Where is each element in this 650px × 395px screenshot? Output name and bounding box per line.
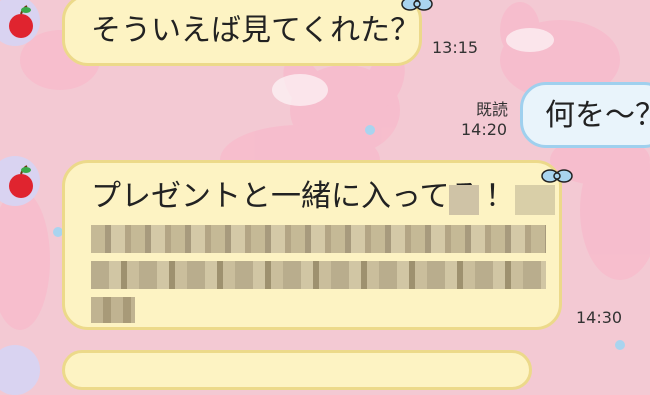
apple-avatar-icon (9, 165, 33, 198)
message-bubble[interactable]: そういえば見てくれた？ (62, 0, 433, 66)
apple-avatar-icon (9, 5, 33, 38)
message-time: 14:30 (576, 308, 623, 327)
bow-icon (401, 0, 433, 11)
censored-text (449, 185, 479, 215)
read-receipt: 既読 (476, 100, 509, 119)
message-text: プレゼントと一緒に入ってる (91, 179, 480, 214)
censored-text (91, 297, 135, 323)
message-text-end: ！ (485, 179, 515, 214)
message-bubble[interactable]: 何を～？ (520, 82, 650, 148)
message-text: そういえば見てくれた？ (91, 13, 421, 48)
message-time: 13:15 (432, 38, 479, 57)
censored-text (91, 225, 546, 253)
avatar[interactable] (0, 345, 40, 395)
censored-text (91, 261, 546, 289)
message-bubble[interactable]: プレゼントと一緒に入ってる ！ (62, 160, 573, 330)
message-time: 14:20 (461, 120, 508, 139)
message-text: 何を～？ (545, 98, 650, 133)
bow-icon (541, 169, 573, 183)
censored-text (515, 185, 555, 215)
message-bubble[interactable] (62, 350, 532, 390)
avatar[interactable] (0, 156, 40, 206)
avatar[interactable] (0, 0, 40, 46)
